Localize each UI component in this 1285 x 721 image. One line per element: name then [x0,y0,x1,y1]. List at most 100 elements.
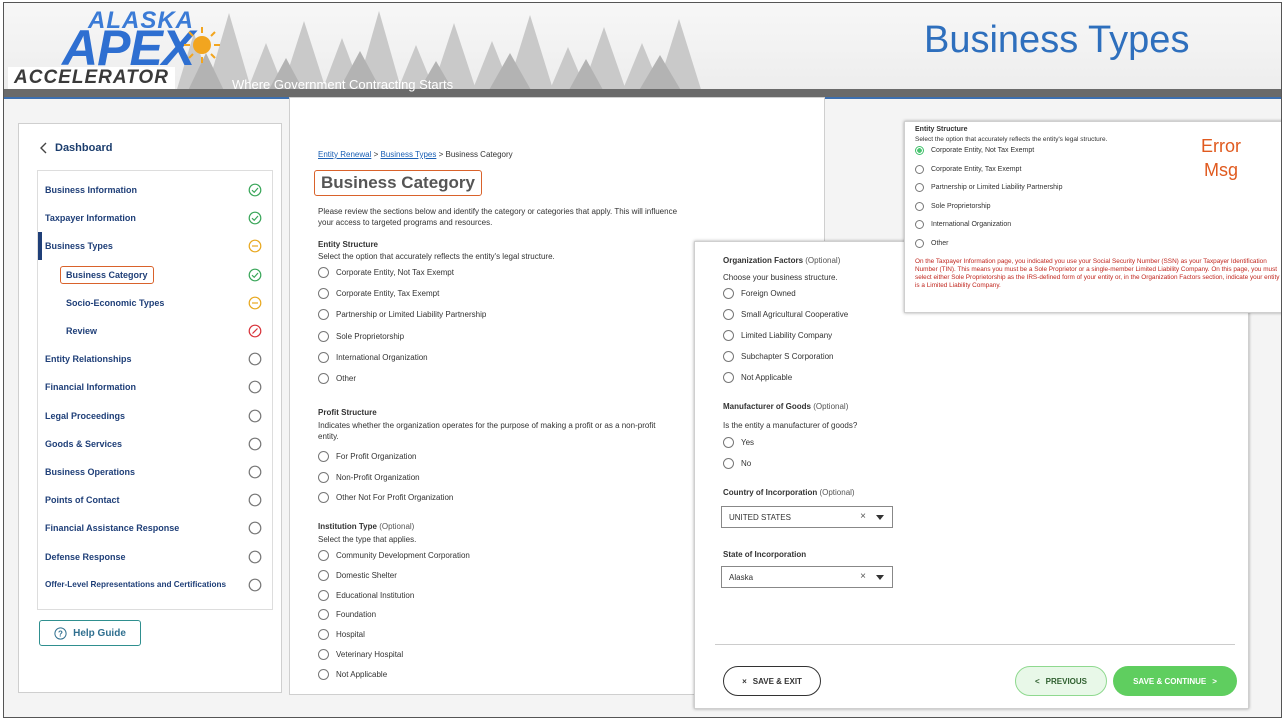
state-select[interactable]: Alaska × [721,566,893,588]
radio-option[interactable]: Limited Liability Company [723,330,832,341]
radio-option[interactable]: Educational Institution [318,589,414,601]
country-select[interactable]: UNITED STATES × [721,506,893,528]
radio-option[interactable]: Corporate Entity, Not Tax Exempt [915,146,1034,155]
radio-button[interactable] [318,351,329,363]
radio-option-label: International Organization [931,221,1012,229]
sidebar-item[interactable]: Taxpayer Information [38,204,274,232]
radio-option[interactable]: Other [318,373,356,384]
radio-button[interactable] [915,164,924,174]
radio-option[interactable]: Domestic Shelter [318,569,397,581]
clear-icon[interactable]: × [860,511,866,522]
chevron-down-icon[interactable] [876,575,884,580]
radio-option[interactable]: Corporate Entity, Tax Exempt [318,288,439,300]
sidebar-item[interactable]: Business Operations [38,458,274,486]
save-exit-label: SAVE & EXIT [752,676,802,686]
radio-option-label: For Profit Organization [336,452,417,461]
radio-option[interactable]: Sole Proprietorship [915,201,991,211]
sidebar-item[interactable]: Financial Information [38,373,274,401]
radio-button[interactable] [318,569,329,581]
radio-option[interactable]: International Organization [318,351,428,363]
radio-button[interactable] [318,492,329,503]
radio-option[interactable]: Veterinary Hospital [318,649,403,660]
radio-button[interactable] [723,288,734,299]
radio-option[interactable]: Non-Profit Organization [318,471,420,483]
radio-option-label: International Organization [336,352,428,362]
profit-structure-desc: Indicates whether the organization opera… [318,421,656,441]
sidebar-item[interactable]: Socio-Economic Types [38,289,274,317]
breadcrumb-business-types[interactable]: Business Types [380,150,436,159]
sidebar-item[interactable]: Business Category [38,261,274,289]
sidebar-item[interactable]: Business Information [38,176,274,204]
radio-button[interactable] [318,471,329,483]
radio-option[interactable]: Sole Proprietorship [318,330,404,342]
radio-option[interactable]: Subchapter S Corporation [723,351,834,362]
radio-option[interactable]: No [723,458,751,469]
radio-option[interactable]: Other [915,239,949,248]
sidebar-item[interactable]: Review [38,317,274,345]
radio-button[interactable] [318,629,329,641]
radio-option[interactable]: International Organization [915,220,1012,230]
radio-button[interactable] [318,330,329,342]
sidebar-panel: Dashboard Business Information Taxpayer I… [18,123,282,693]
radio-button[interactable] [318,451,329,462]
radio-button[interactable] [318,288,329,300]
radio-button[interactable] [318,609,329,621]
radio-button[interactable] [318,267,329,278]
tagline: Where Government Contracting Starts [232,77,454,92]
radio-button[interactable] [723,330,734,341]
save-exit-button[interactable]: × SAVE & EXIT [723,666,821,696]
radio-option-label: Veterinary Hospital [336,650,404,659]
radio-button[interactable] [723,309,734,320]
sidebar-item[interactable]: Points of Contact [38,486,274,514]
clear-icon[interactable]: × [860,571,866,582]
radio-option[interactable]: Yes [723,437,754,448]
sidebar-item[interactable]: Business Types [38,232,274,260]
radio-option[interactable]: Community Development Corporation [318,550,470,561]
radio-button[interactable] [318,550,329,561]
radio-option[interactable]: Hospital [318,629,365,641]
radio-button[interactable] [723,458,734,469]
radio-option[interactable]: Foundation [318,609,376,621]
dashboard-link[interactable]: Dashboard [39,142,112,154]
radio-option[interactable]: Foreign Owned [723,288,796,299]
radio-button[interactable] [318,649,329,660]
radio-option[interactable]: Not Applicable [723,372,792,383]
radio-button[interactable] [318,589,329,601]
radio-option[interactable]: Small Agricultural Cooperative [723,309,848,320]
save-continue-button[interactable]: SAVE & CONTINUE > [1113,666,1237,696]
radio-option[interactable]: Partnership or Limited Liability Partner… [318,309,486,321]
status-empty-icon [248,352,262,366]
radio-option[interactable]: Partnership or Limited Liability Partner… [915,183,1063,193]
sidebar-item[interactable]: Offer-Level Representations and Certific… [38,571,274,599]
radio-button[interactable] [318,668,329,680]
radio-button[interactable] [915,146,924,155]
radio-button[interactable] [318,373,329,384]
radio-button[interactable] [915,239,924,248]
radio-button[interactable] [723,372,734,383]
sidebar-item[interactable]: Financial Assistance Response [38,514,274,542]
sidebar-item[interactable]: Legal Proceedings [38,402,274,430]
radio-button[interactable] [318,309,329,321]
radio-button[interactable] [915,201,924,211]
radio-option[interactable]: Not Applicable [318,668,387,680]
chevron-down-icon[interactable] [876,515,884,520]
radio-button[interactable] [915,183,924,193]
radio-option[interactable]: Corporate Entity, Not Tax Exempt [318,267,454,278]
sidebar-item[interactable]: Entity Relationships [38,345,274,373]
breadcrumb-entity-renewal[interactable]: Entity Renewal [318,150,371,159]
status-empty-icon [248,437,262,451]
radio-option[interactable]: Other Not For Profit Organization [318,492,453,503]
org-factors-optional: (Optional) [805,256,841,265]
sidebar-item[interactable]: Defense Response [38,543,274,571]
sidebar-item[interactable]: Goods & Services [38,430,274,458]
radio-button[interactable] [723,351,734,362]
radio-option[interactable]: Corporate Entity, Tax Exempt [915,164,1021,174]
radio-button[interactable] [723,437,734,448]
check-circle-icon [248,183,262,197]
radio-button[interactable] [915,220,924,230]
radio-option[interactable]: For Profit Organization [318,451,416,462]
sidebar-item-label: Goods & Services [45,438,123,449]
help-guide-button[interactable]: ? Help Guide [39,620,141,646]
chevron-left-icon: < [1034,676,1040,686]
previous-button[interactable]: < PREVIOUS [1015,666,1107,696]
